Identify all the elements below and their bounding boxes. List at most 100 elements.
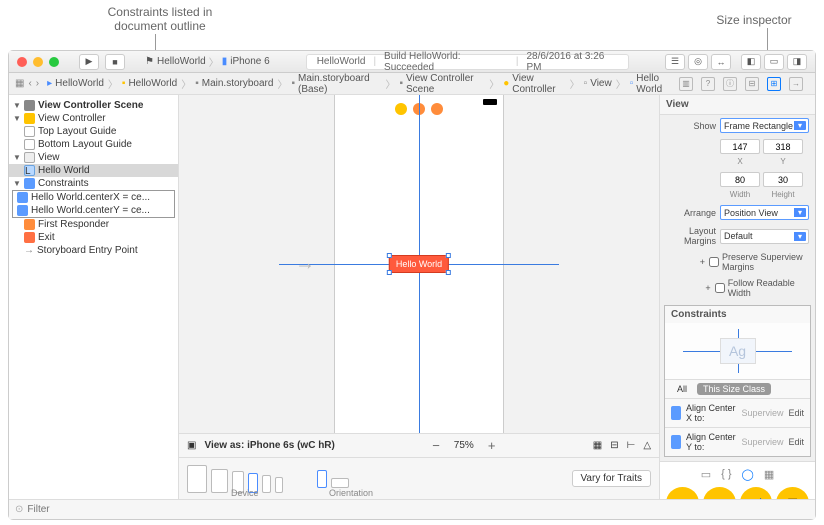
entry-point-arrow[interactable]: → — [295, 253, 315, 276]
connections-inspector-tab[interactable]: → — [789, 77, 803, 91]
outline-constraint-centery[interactable]: Hello World.centerY = ce... — [13, 204, 174, 217]
device-ipad[interactable] — [211, 469, 228, 493]
layout-margins-label: Layout Margins — [666, 226, 716, 246]
quickhelp-inspector-tab[interactable]: ? — [701, 77, 715, 91]
outline-first-responder[interactable]: First Responder — [9, 218, 178, 231]
outline-filter-input[interactable] — [27, 504, 809, 515]
zoom-level: 75% — [454, 440, 474, 451]
file-template-library-tab[interactable]: ▭ — [701, 468, 711, 481]
resize-handle[interactable] — [446, 270, 451, 275]
toggle-device-bar-button[interactable]: ▣ — [187, 440, 196, 451]
arrange-label: Arrange — [666, 208, 716, 218]
canvas[interactable]: → Hello World — [179, 95, 659, 433]
outline-top-layout-guide[interactable]: Top Layout Guide — [9, 125, 178, 138]
outline-exit[interactable]: Exit — [9, 231, 178, 244]
object-library-tab[interactable]: ◯ — [742, 468, 754, 481]
outline-view-controller[interactable]: ▼View Controller — [9, 112, 178, 125]
device-icon: ▮ — [222, 56, 228, 67]
scene-exit-icon[interactable] — [431, 103, 443, 115]
x-field[interactable] — [720, 139, 760, 154]
orientation-picker[interactable] — [317, 470, 349, 488]
resize-handle[interactable] — [387, 270, 392, 275]
width-field[interactable] — [720, 172, 760, 187]
layout-margins-select[interactable]: Default — [720, 229, 809, 244]
device-iphone-4s[interactable] — [275, 477, 283, 493]
library-item-nav-controller[interactable]: ▣ — [703, 487, 736, 499]
orientation-landscape[interactable] — [331, 478, 349, 488]
outline-scene[interactable]: ▼View Controller Scene — [9, 99, 178, 112]
constraints-tab-this-size-class[interactable]: This Size Class — [697, 383, 771, 395]
document-outline[interactable]: ▼View Controller Scene ▼View Controller … — [9, 95, 179, 499]
outline-bottom-layout-guide[interactable]: Bottom Layout Guide — [9, 138, 178, 151]
file-inspector-tab[interactable]: ▥ — [679, 77, 693, 91]
breadcrumb-item[interactable]: ▪Main.storyboard — [195, 78, 273, 89]
toggle-navigator-button[interactable]: ◧ — [741, 54, 761, 70]
scheme-selector[interactable]: ⚑ HelloWorld 〉 ▮ iPhone 6 — [145, 54, 270, 69]
zoom-out-button[interactable]: − — [426, 437, 446, 454]
device-iphone-se[interactable] — [262, 475, 271, 493]
breadcrumb-item[interactable]: ▪Main.storyboard (Base) — [291, 73, 381, 95]
library-item-back[interactable]: 〈 — [740, 487, 773, 499]
toggle-outline-button[interactable]: ▦ — [15, 78, 24, 89]
device-frame[interactable]: → Hello World — [334, 95, 504, 433]
identity-inspector-tab[interactable]: ⓘ — [723, 77, 737, 91]
constraints-tab-all[interactable]: All — [671, 383, 693, 395]
readable-width-checkbox[interactable]: Follow Readable Width — [715, 278, 809, 298]
vary-for-traits-button[interactable]: Vary for Traits — [572, 470, 652, 487]
edit-constraint-button[interactable]: Edit — [788, 408, 804, 418]
resize-handle[interactable] — [387, 253, 392, 258]
version-editor-button[interactable]: ↔ — [711, 54, 731, 70]
library-item-toolbar[interactable]: ☰ — [776, 487, 809, 499]
annotation-constraints-outline: Constraints listed in document outline — [80, 5, 240, 33]
run-button[interactable]: ▶ — [79, 54, 99, 70]
close-window-button[interactable] — [17, 57, 27, 67]
outline-filter-bar: ⊙ — [9, 499, 815, 519]
xcode-window: ▶ ■ ⚑ HelloWorld 〉 ▮ iPhone 6 HelloWorld… — [8, 50, 816, 520]
minimize-window-button[interactable] — [33, 57, 43, 67]
align-button[interactable]: ⊟ — [610, 440, 618, 451]
preserve-margins-checkbox[interactable]: Preserve Superview Margins — [709, 252, 809, 272]
constraint-row-centerx[interactable]: Align Center X to: Superview Edit — [665, 398, 810, 427]
resize-handle[interactable] — [446, 253, 451, 258]
media-library-tab[interactable]: ▦ — [764, 468, 774, 481]
edit-constraint-button[interactable]: Edit — [788, 437, 804, 447]
embed-button[interactable]: ▦ — [593, 440, 602, 451]
outline-entry-point[interactable]: →Storyboard Entry Point — [9, 244, 178, 257]
outline-constraints-group[interactable]: ▼Constraints — [9, 177, 178, 190]
zoom-window-button[interactable] — [49, 57, 59, 67]
forward-button[interactable]: › — [36, 78, 39, 89]
show-select[interactable]: Frame Rectangle — [720, 118, 809, 133]
library-item-view-controller[interactable]: ◻ — [666, 487, 699, 499]
toggle-utilities-button[interactable]: ◨ — [787, 54, 807, 70]
outline-constraint-centerx[interactable]: Hello World.centerX = ce... — [13, 191, 174, 204]
attributes-inspector-tab[interactable]: ⊟ — [745, 77, 759, 91]
outline-view[interactable]: ▼View — [9, 151, 178, 164]
orientation-portrait[interactable] — [317, 470, 327, 488]
selected-label[interactable]: Hello World — [389, 255, 449, 273]
size-inspector-tab[interactable]: ⊞ — [767, 77, 781, 91]
toggle-debug-button[interactable]: ▭ — [764, 54, 784, 70]
stop-button[interactable]: ■ — [105, 54, 125, 70]
arrange-select[interactable]: Position View — [720, 205, 809, 220]
pin-button[interactable]: ⊢ — [627, 440, 636, 451]
constraint-row-centery[interactable]: Align Center Y to: Superview Edit — [665, 427, 810, 456]
back-button[interactable]: ‹ — [28, 78, 31, 89]
y-field[interactable] — [763, 139, 803, 154]
scene-vc-icon[interactable] — [395, 103, 407, 115]
breadcrumb-item[interactable]: ▫Hello World — [630, 73, 677, 95]
height-field[interactable] — [763, 172, 803, 187]
outline-label-hello-world[interactable]: LHello World — [9, 164, 178, 177]
window-traffic-lights[interactable] — [17, 57, 59, 67]
breadcrumb-item[interactable]: ▸HelloWorld — [47, 78, 104, 89]
breadcrumb-item[interactable]: ▪View Controller Scene — [399, 73, 485, 95]
view-as-label[interactable]: View as: iPhone 6s (wC hR) — [204, 440, 334, 451]
assistant-editor-button[interactable]: ◎ — [688, 54, 708, 70]
standard-editor-button[interactable]: ☰ — [665, 54, 685, 70]
breadcrumb-item[interactable]: ▫View — [584, 78, 612, 89]
resolve-button[interactable]: △ — [643, 440, 651, 451]
code-snippet-library-tab[interactable]: { } — [721, 468, 731, 481]
device-ipad-pro[interactable] — [187, 465, 207, 493]
breadcrumb-item[interactable]: ●View Controller — [503, 73, 565, 95]
zoom-in-button[interactable]: + — [482, 437, 502, 454]
breadcrumb-item[interactable]: ▪HelloWorld — [122, 78, 177, 89]
